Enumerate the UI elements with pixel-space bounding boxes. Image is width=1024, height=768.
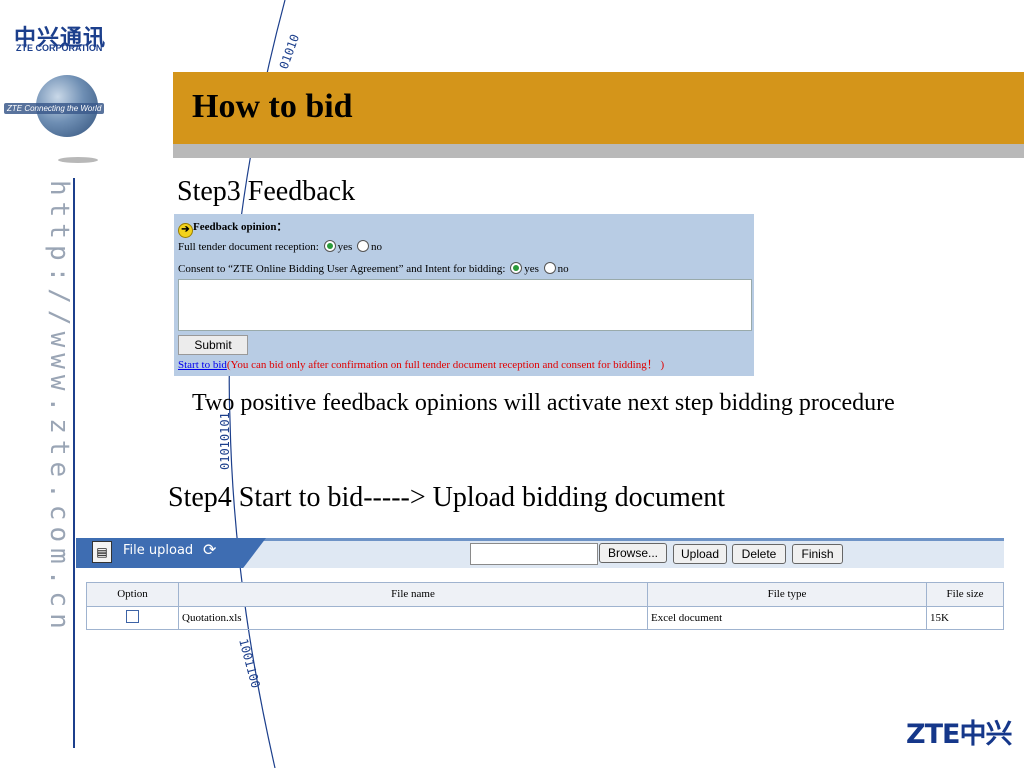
consent-yes-label: yes — [524, 263, 539, 275]
column-header-option: Option — [86, 582, 179, 607]
step4-heading: Step4 Start to bid-----> Upload bidding … — [168, 482, 726, 513]
page-title: How to bid — [192, 88, 353, 125]
globe-slogan: ZTE Connecting the World — [4, 103, 105, 114]
finish-button[interactable]: Finish — [792, 544, 843, 564]
title-bar-shadow — [173, 144, 1024, 158]
arc-digits-bottom: 1001100 — [236, 637, 263, 689]
column-header-file-name: File name — [178, 582, 648, 607]
bid-warning: (You can bid only after confirmation on … — [226, 359, 665, 371]
browse-button[interactable]: Browse... — [599, 543, 667, 563]
feedback-heading-row: ➔ Feedback opinion： — [178, 218, 287, 238]
question-reception-label: Full tender document reception: — [178, 241, 319, 253]
globe-shadow — [58, 157, 98, 163]
row-file-size: 15K — [926, 605, 1004, 630]
consent-no-radio[interactable] — [543, 262, 556, 274]
start-bid-row: Start to bid(You can bid only after conf… — [178, 356, 664, 372]
arrow-bullet-icon: ➔ — [178, 223, 193, 238]
file-table: Option File name File type File size Quo… — [86, 582, 1004, 630]
feedback-panel: ➔ Feedback opinion： Full tender document … — [174, 214, 754, 376]
consent-yes-radio[interactable] — [510, 262, 523, 274]
row-file-name: Quotation.xls — [178, 605, 648, 630]
delete-button[interactable]: Delete — [732, 544, 786, 564]
question-consent-label: Consent to “ZTE Online Bidding User Agre… — [178, 263, 506, 275]
reception-no-label: no — [371, 241, 382, 253]
reception-yes-label: yes — [337, 241, 353, 253]
file-path-input[interactable] — [470, 543, 598, 565]
submit-button[interactable]: Submit — [178, 335, 248, 355]
row-option-cell — [86, 605, 179, 630]
table-header-row: Option File name File type File size — [86, 582, 1004, 607]
upload-tab-label: File upload — [123, 543, 194, 558]
feedback-note: Two positive feedback opinions will acti… — [192, 390, 895, 416]
reception-no-radio[interactable] — [357, 240, 369, 252]
zte-brand-logo: ZTE中兴 — [906, 719, 1012, 750]
start-to-bid-link[interactable]: Start to bid — [178, 359, 227, 371]
reception-yes-radio[interactable] — [323, 240, 336, 252]
step3-heading: Step3 Feedback — [177, 176, 356, 207]
arc-digits-top: 01010 — [277, 32, 303, 71]
consent-no-label: no — [557, 263, 569, 275]
logo-english: ZTE CORPORATION — [16, 43, 103, 53]
column-header-file-size: File size — [926, 582, 1004, 607]
question-consent-row: Consent to “ZTE Online Bidding User Agre… — [178, 262, 569, 275]
question-reception-row: Full tender document reception: yes no — [178, 240, 382, 253]
vertical-url-text: http://www.zte.com.cn — [44, 180, 74, 635]
column-header-file-type: File type — [647, 582, 927, 607]
row-select-checkbox[interactable] — [126, 609, 139, 623]
feedback-textarea[interactable] — [178, 279, 752, 331]
upload-document-icon: ▤ — [92, 541, 112, 563]
upload-button[interactable]: Upload — [673, 544, 727, 564]
refresh-icon[interactable]: ⟳ — [203, 540, 216, 559]
row-file-type: Excel document — [647, 605, 927, 630]
table-row: Quotation.xls Excel document 15K — [86, 605, 1004, 630]
vertical-url: http://www.zte.com.cn — [14, 180, 74, 740]
feedback-heading: Feedback opinion： — [193, 221, 288, 233]
